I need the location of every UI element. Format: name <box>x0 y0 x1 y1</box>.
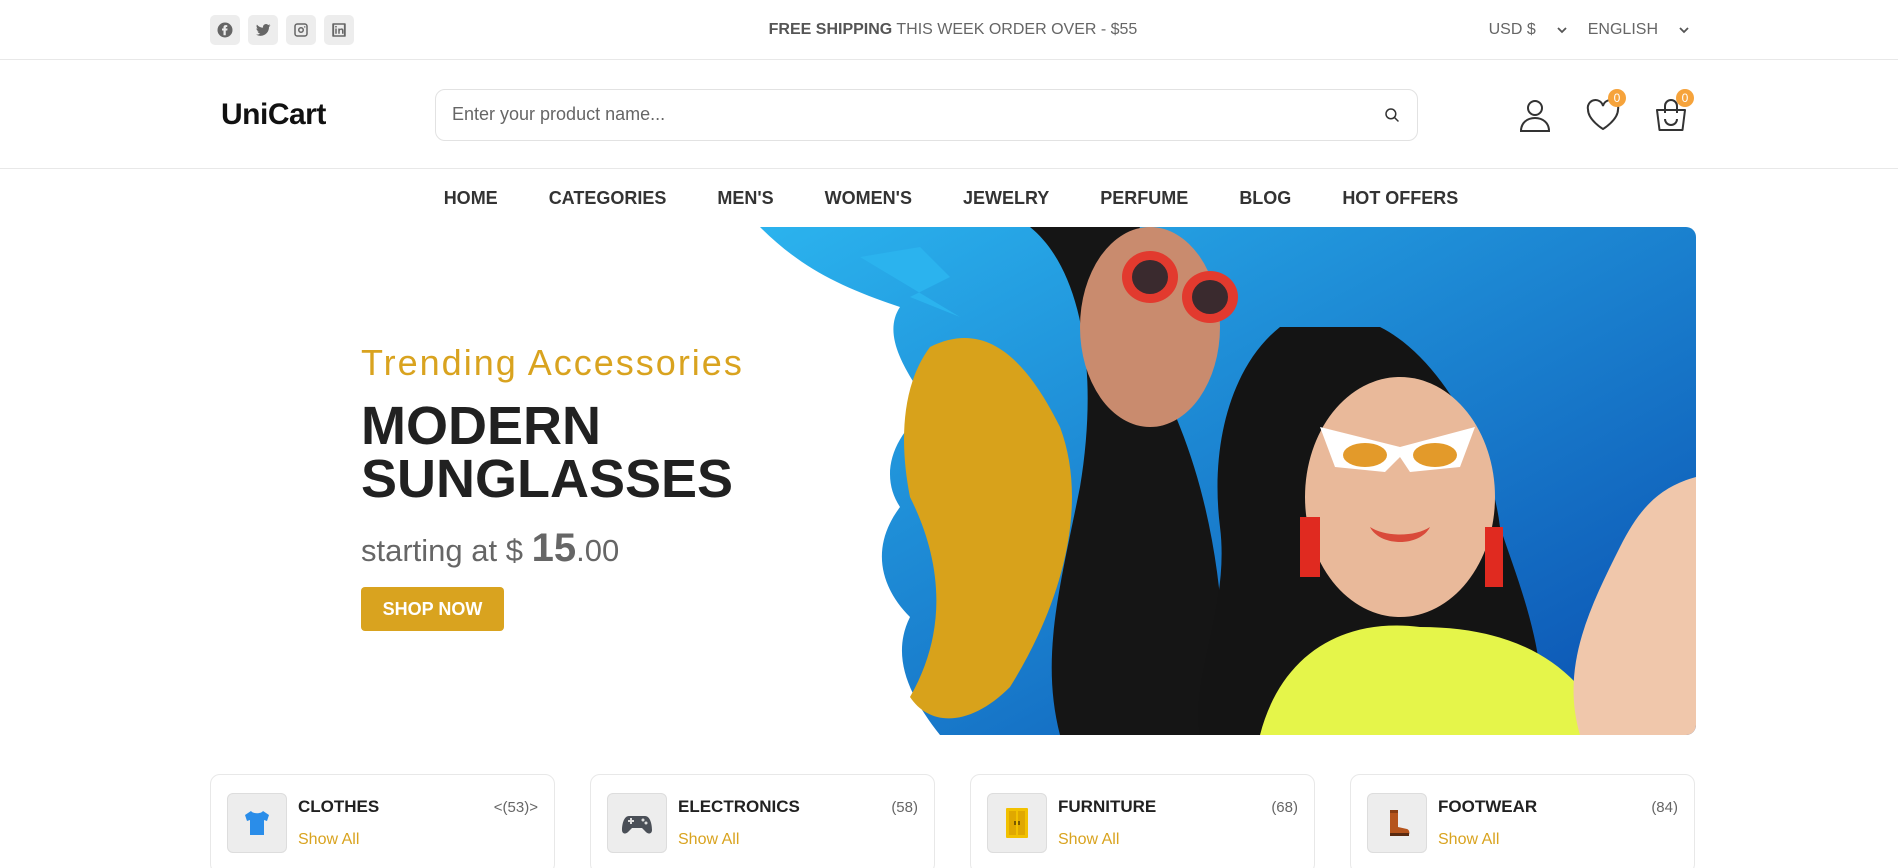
wishlist-count-badge: 0 <box>1608 88 1626 107</box>
shipping-promo: FREE SHIPPING THIS WEEK ORDER OVER - $55 <box>210 21 1696 39</box>
show-all-link[interactable]: Show All <box>1438 831 1499 849</box>
language-select[interactable]: ENGLISH <box>1588 21 1690 39</box>
hero-banner: Trending Accessories MODERN SUNGLASSES s… <box>210 227 1696 735</box>
category-count: <(53)> <box>493 798 538 816</box>
language-label: ENGLISH <box>1587 21 1658 38</box>
nav-item-womens[interactable]: WOMEN'S <box>825 188 912 209</box>
category-name: FOOTWEAR <box>1438 797 1538 816</box>
cabinet-icon <box>987 793 1047 853</box>
nav-item-jewelry[interactable]: JEWELRY <box>963 188 1049 209</box>
hero-image <box>760 227 1696 735</box>
main-header: UniCart 0 0 <box>0 60 1898 169</box>
category-list: CLOTHES <(53)> Show All ELECTRONICS (58)… <box>210 774 1696 868</box>
hero-price: starting at $ 15.00 <box>361 526 744 571</box>
top-bar: FREE SHIPPING THIS WEEK ORDER OVER - $55… <box>0 0 1898 60</box>
user-icon <box>1519 99 1551 132</box>
search-icon[interactable] <box>1383 106 1401 124</box>
category-name: ELECTRONICS <box>678 797 800 816</box>
show-all-link[interactable]: Show All <box>298 831 359 849</box>
boot-icon <box>1367 793 1427 853</box>
show-all-link[interactable]: Show All <box>678 831 739 849</box>
category-count: (68) <box>1271 798 1298 816</box>
gamepad-icon <box>607 793 667 853</box>
wishlist-button[interactable]: 0 <box>1584 88 1626 135</box>
hero-title-line: SUNGLASSES <box>361 449 734 509</box>
promo-text: THIS WEEK ORDER OVER - $55 <box>892 21 1138 38</box>
search-input[interactable] <box>452 104 1383 125</box>
social-links <box>210 15 354 45</box>
category-card-furniture[interactable]: FURNITURE (68) Show All <box>970 774 1315 868</box>
currency-select[interactable]: USD $ <box>1489 21 1568 39</box>
twitter-icon[interactable] <box>248 15 278 45</box>
category-card-electronics[interactable]: ELECTRONICS (58) Show All <box>590 774 935 868</box>
category-name: CLOTHES <box>298 797 380 816</box>
shop-now-button[interactable]: SHOP NOW <box>361 587 504 631</box>
nav-item-blog[interactable]: BLOG <box>1239 188 1291 209</box>
nav-item-home[interactable]: HOME <box>444 188 498 209</box>
category-name: FURNITURE <box>1058 797 1157 816</box>
category-card-clothes[interactable]: CLOTHES <(53)> Show All <box>210 774 555 868</box>
hero-title: MODERN SUNGLASSES <box>361 396 744 509</box>
chevron-down-icon <box>1557 27 1567 34</box>
tshirt-icon <box>227 793 287 853</box>
logo[interactable]: UniCart <box>221 98 435 132</box>
cart-count-badge: 0 <box>1676 88 1694 107</box>
nav-item-hot-offers[interactable]: HOT OFFERS <box>1342 188 1458 209</box>
account-button[interactable] <box>1516 95 1554 135</box>
nav-item-mens[interactable]: MEN'S <box>717 188 773 209</box>
promo-highlight: FREE SHIPPING <box>768 21 893 38</box>
hero-title-line: MODERN <box>361 396 601 456</box>
nav-item-categories[interactable]: CATEGORIES <box>549 188 667 209</box>
category-count: (58) <box>891 798 918 816</box>
price-prefix: starting at $ <box>361 533 532 568</box>
show-all-link[interactable]: Show All <box>1058 831 1119 849</box>
nav-item-perfume[interactable]: PERFUME <box>1100 188 1188 209</box>
main-nav: HOME CATEGORIES MEN'S WOMEN'S JEWELRY PE… <box>0 169 1898 227</box>
category-count: (84) <box>1651 798 1678 816</box>
facebook-icon[interactable] <box>210 15 240 45</box>
instagram-icon[interactable] <box>286 15 316 45</box>
hero-subtitle: Trending Accessories <box>361 342 744 383</box>
price-cents: .00 <box>576 533 620 568</box>
cart-button[interactable]: 0 <box>1652 88 1694 135</box>
chevron-down-icon <box>1679 27 1689 34</box>
category-card-footwear[interactable]: FOOTWEAR (84) Show All <box>1350 774 1695 868</box>
search-bar <box>435 88 1418 141</box>
price-main: 15 <box>531 526 577 570</box>
currency-label: USD $ <box>1488 21 1536 38</box>
linkedin-icon[interactable] <box>324 15 354 45</box>
